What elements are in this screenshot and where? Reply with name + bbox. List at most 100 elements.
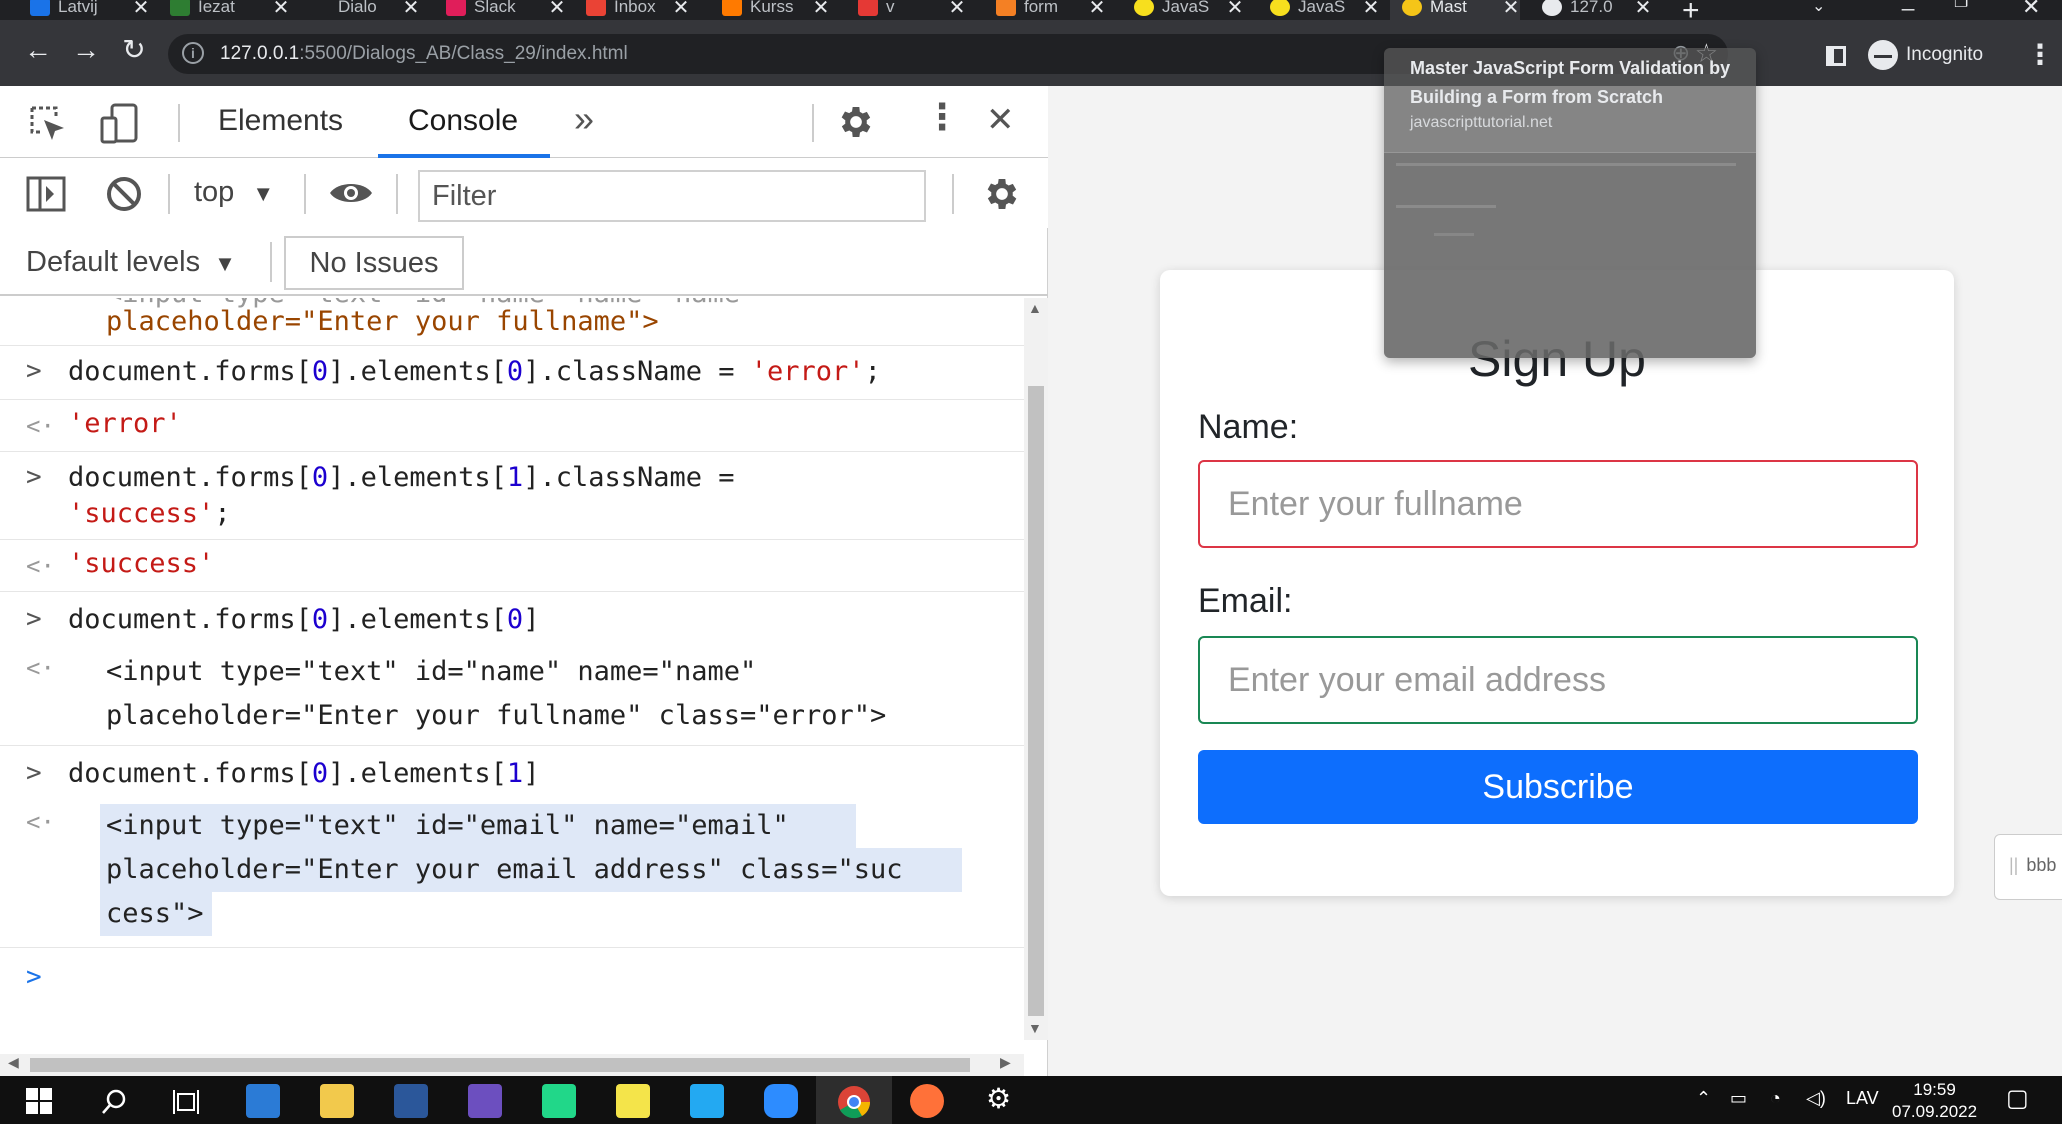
scroll-left-icon[interactable]: ◀ xyxy=(8,1054,19,1071)
output-return-icon: <· xyxy=(26,412,55,440)
browser-tab[interactable]: form ✕ xyxy=(996,0,1106,20)
taskbar-clock[interactable]: 19:59 07.09.2022 xyxy=(1892,1079,1977,1123)
subscribe-button[interactable]: Subscribe xyxy=(1198,750,1918,824)
browser-tab[interactable]: Dialo ✕ xyxy=(310,0,420,20)
tab-hover-card: Master JavaScript Form Validation by Bui… xyxy=(1384,48,1756,358)
scroll-up-icon[interactable]: ▲ xyxy=(1028,300,1042,316)
drag-handle-icon[interactable]: || xyxy=(2009,855,2018,875)
minimize-icon[interactable]: _ xyxy=(1902,0,1914,12)
live-expression-eye-icon[interactable] xyxy=(328,178,374,208)
pycharm-icon[interactable] xyxy=(616,1084,650,1118)
firefox-icon[interactable] xyxy=(910,1084,944,1118)
tray-expand-icon[interactable]: ⌃ xyxy=(1696,1088,1711,1109)
tab-close-icon[interactable]: ✕ xyxy=(672,0,690,20)
tab-search-icon[interactable]: ⌄ xyxy=(1812,0,1825,16)
tab-close-icon[interactable]: ✕ xyxy=(1362,0,1380,20)
browser-tab[interactable]: JavaS ✕ xyxy=(1134,0,1244,20)
console-result: 'error' xyxy=(68,408,182,439)
clear-console-icon[interactable] xyxy=(104,174,144,214)
element-node-line[interactable]: placeholder="Enter your email address" c… xyxy=(106,852,903,888)
search-icon[interactable] xyxy=(100,1088,128,1116)
tab-close-icon[interactable]: ✕ xyxy=(1088,0,1106,20)
more-tabs-icon[interactable]: » xyxy=(574,98,594,140)
side-panel-icon[interactable] xyxy=(1826,46,1846,66)
device-toolbar-icon[interactable] xyxy=(98,102,140,146)
tab-console[interactable]: Console xyxy=(408,104,518,138)
browser-tab[interactable]: Inbox ✕ xyxy=(586,0,690,20)
element-node-line[interactable]: <input type="text" id="email" name="emai… xyxy=(106,808,789,844)
tab-favicon-icon xyxy=(30,0,50,16)
tab-close-icon[interactable]: ✕ xyxy=(948,0,966,20)
vscode-icon[interactable] xyxy=(690,1084,724,1118)
forward-button[interactable]: → xyxy=(68,32,104,68)
zoom-app-icon[interactable] xyxy=(764,1084,798,1118)
devtools-menu-icon[interactable]: ⋮ xyxy=(924,96,960,138)
element-node-line[interactable]: placeholder="Enter your fullname" class=… xyxy=(106,698,886,734)
console-filter-input[interactable]: Filter xyxy=(418,170,926,222)
tab-close-icon[interactable]: ✕ xyxy=(1226,0,1244,20)
issues-button[interactable]: No Issues xyxy=(284,236,464,290)
tab-close-icon[interactable]: ✕ xyxy=(1502,0,1520,20)
tab-close-icon[interactable]: ✕ xyxy=(132,0,150,20)
new-tab-button[interactable]: + xyxy=(1682,0,1700,20)
browser-tab[interactable]: Slack ✕ xyxy=(446,0,566,20)
log-levels-dropdown[interactable]: Default levels ▼ xyxy=(26,246,236,279)
inspect-element-icon[interactable] xyxy=(28,104,68,144)
element-node-line[interactable]: cess"> xyxy=(106,896,204,932)
scrollbar-thumb[interactable] xyxy=(30,1058,970,1072)
reload-button[interactable]: ↻ xyxy=(116,32,152,68)
chrome-icon[interactable] xyxy=(836,1084,872,1120)
console-command: document.forms[0].elements[1].className … xyxy=(68,462,735,493)
console-prompt[interactable]: > xyxy=(0,948,1024,1028)
settings-gear-icon[interactable]: ⚙ xyxy=(986,1082,1011,1115)
network-icon[interactable]: ◔ xyxy=(1770,1088,1781,1109)
console-horizontal-scrollbar[interactable]: ◀ ▶ xyxy=(0,1054,1024,1076)
back-button[interactable]: ← xyxy=(20,32,56,68)
settings-gear-icon[interactable] xyxy=(836,102,876,142)
browser-menu-icon[interactable]: ⋮ xyxy=(2026,38,2054,71)
file-explorer-icon[interactable] xyxy=(320,1084,354,1118)
browser-tab-current[interactable]: 127.0 ✕ xyxy=(1542,0,1652,20)
sidebar-toggle-icon[interactable] xyxy=(26,176,66,212)
floating-side-tab[interactable]: || bbb xyxy=(1994,834,2062,900)
output-return-icon: <· xyxy=(26,552,55,580)
browser-tab[interactable]: v ✕ xyxy=(858,0,966,20)
notifications-icon[interactable]: ▢ xyxy=(2006,1084,2029,1113)
tab-close-icon[interactable]: ✕ xyxy=(272,0,290,20)
windows-start-icon[interactable] xyxy=(26,1088,52,1114)
window-close-icon[interactable]: ✕ xyxy=(2022,0,2040,20)
restore-icon[interactable]: ❐ xyxy=(1954,0,1968,12)
battery-icon[interactable]: ▭ xyxy=(1730,1088,1747,1109)
tab-close-icon[interactable]: ✕ xyxy=(548,0,566,20)
tab-close-icon[interactable]: ✕ xyxy=(1634,0,1652,20)
scroll-down-icon[interactable]: ▼ xyxy=(1028,1020,1042,1036)
keyboard-language[interactable]: LAV xyxy=(1846,1088,1879,1109)
scroll-right-icon[interactable]: ▶ xyxy=(1000,1054,1011,1071)
webstorm-icon[interactable] xyxy=(542,1084,576,1118)
element-node-line[interactable]: <input type="text" id="name" name="name" xyxy=(106,654,756,690)
browser-tab[interactable]: Iezat ✕ xyxy=(170,0,290,20)
browser-tab[interactable]: JavaS ✕ xyxy=(1270,0,1380,20)
tab-elements[interactable]: Elements xyxy=(218,104,343,138)
address-url: 127.0.0.1:5500/Dialogs_AB/Class_29/index… xyxy=(220,43,628,64)
devtools-close-icon[interactable]: ✕ xyxy=(986,100,1015,140)
tab-close-icon[interactable]: ✕ xyxy=(812,0,830,20)
console-input-line: > document.forms[0].elements[1] xyxy=(0,746,1024,800)
word-icon[interactable] xyxy=(394,1084,428,1118)
browser-tab[interactable]: Latvij ✕ xyxy=(30,0,150,20)
browser-tab-hovered[interactable]: Mast ✕ xyxy=(1390,0,1520,20)
scrollbar-thumb[interactable] xyxy=(1028,386,1044,1016)
browser-tab[interactable]: Kurss ✕ xyxy=(722,0,830,20)
incognito-indicator[interactable]: Incognito xyxy=(1868,40,1983,70)
email-input[interactable]: Enter your email address xyxy=(1198,636,1918,724)
console-vertical-scrollbar[interactable]: ▲ ▼ xyxy=(1024,298,1048,1040)
intellij-icon[interactable] xyxy=(468,1084,502,1118)
context-selector[interactable]: top ▼ xyxy=(194,176,274,209)
volume-icon[interactable]: ◁) xyxy=(1806,1088,1826,1109)
console-settings-gear-icon[interactable] xyxy=(982,174,1022,214)
task-view-icon[interactable] xyxy=(172,1088,200,1116)
name-input[interactable]: Enter your fullname xyxy=(1198,460,1918,548)
outlook-icon[interactable] xyxy=(246,1084,280,1118)
tab-close-icon[interactable]: ✕ xyxy=(402,0,420,20)
site-info-icon[interactable]: i xyxy=(182,42,204,64)
